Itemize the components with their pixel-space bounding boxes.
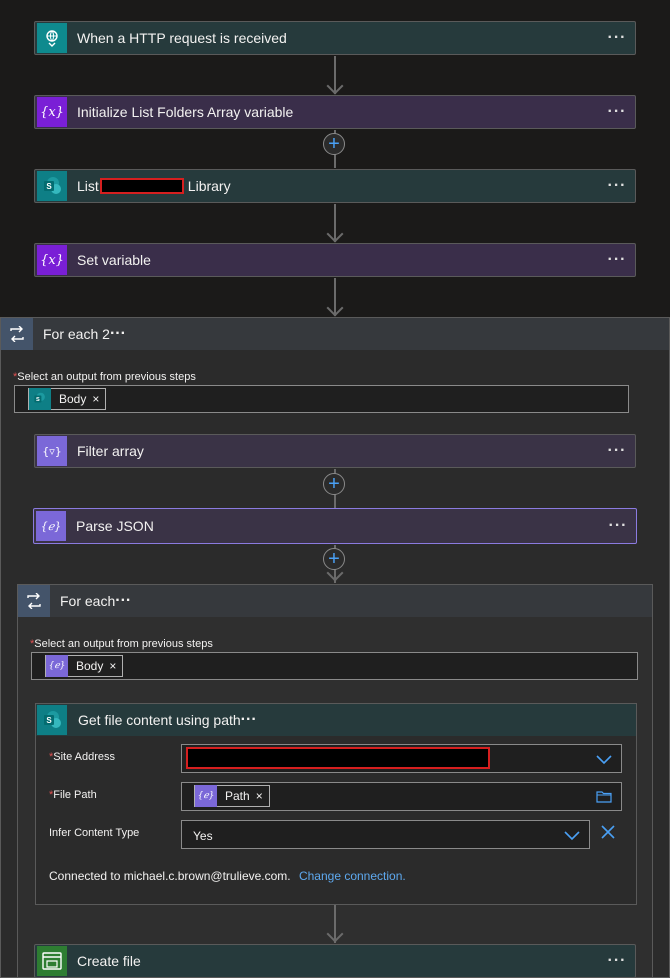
connector-arrow: [326, 225, 344, 243]
chevron-down-icon[interactable]: [596, 755, 612, 765]
step-title: Parse JSON: [76, 518, 154, 534]
loop-icon: [1, 318, 33, 350]
parse-json-icon: {ℯ}: [46, 655, 68, 677]
sharepoint-icon: S: [37, 171, 67, 201]
step-get-file-content: S Get file content using path *Site Addr…: [35, 703, 637, 905]
more-options-icon[interactable]: [115, 592, 131, 610]
svg-text:S: S: [46, 182, 52, 191]
infer-content-type-label: Infer Content Type: [49, 827, 140, 839]
http-request-icon: [37, 23, 67, 53]
filter-array-icon: {▿}: [37, 436, 67, 466]
redaction-box: [186, 747, 490, 769]
variable-icon: {x}: [37, 97, 67, 127]
more-options-icon[interactable]: [607, 30, 627, 46]
sharepoint-icon: S: [29, 388, 51, 410]
file-path-input[interactable]: {ℯ} Path ×: [181, 782, 622, 811]
more-options-icon[interactable]: [607, 443, 627, 459]
step-title: Initialize List Folders Array variable: [77, 104, 294, 120]
step-initialize-variable[interactable]: {x} Initialize List Folders Array variab…: [34, 95, 636, 129]
sharepoint-icon: S: [37, 705, 67, 735]
file-path-label: *File Path: [49, 789, 97, 801]
remove-token-icon[interactable]: ×: [109, 659, 122, 673]
svg-text:S: S: [46, 716, 52, 725]
token-label: Body: [59, 392, 87, 406]
infer-content-type-value: Yes: [193, 829, 213, 843]
step-title: Set variable: [77, 252, 151, 268]
parse-json-icon: {ℯ}: [195, 785, 217, 807]
infer-content-type-dropdown[interactable]: Yes: [181, 820, 590, 849]
step-title: Create file: [77, 953, 141, 969]
variable-icon: {x}: [37, 245, 67, 275]
more-options-icon[interactable]: [110, 325, 126, 343]
file-path-text: File Path: [53, 789, 97, 801]
more-options-icon[interactable]: [607, 104, 627, 120]
step-title-prefix: List: [77, 178, 99, 194]
step-list-library[interactable]: S List Library: [34, 169, 636, 203]
more-options-icon[interactable]: [607, 953, 627, 969]
connection-info: Connected to michael.c.brown@trulieve.co…: [49, 869, 406, 883]
site-address-label: *Site Address: [49, 751, 115, 763]
select-output-text: Select an output from previous steps: [34, 638, 213, 650]
step-title: When a HTTP request is received: [77, 30, 287, 46]
token-label: Body: [76, 659, 104, 673]
site-address-dropdown[interactable]: [181, 744, 622, 773]
loop-icon: [18, 585, 50, 617]
step-filter-array[interactable]: {▿} Filter array: [34, 434, 636, 468]
connected-text: Connected to michael.c.brown@trulieve.co…: [49, 869, 291, 883]
step-title-suffix: Library: [187, 178, 231, 194]
redaction-box: [99, 178, 184, 194]
step-http-request[interactable]: When a HTTP request is received: [34, 21, 636, 55]
more-options-icon[interactable]: [607, 178, 627, 194]
more-options-icon[interactable]: [608, 518, 628, 534]
create-file-icon: [37, 946, 67, 976]
more-options-icon[interactable]: [241, 711, 257, 729]
for-each-header[interactable]: For each: [18, 585, 652, 617]
step-parse-json[interactable]: {ℯ} Parse JSON: [33, 508, 637, 544]
folder-icon[interactable]: [596, 790, 612, 803]
select-output-label: *Select an output from previous steps: [13, 371, 196, 383]
add-step-plus-icon[interactable]: +: [323, 133, 345, 155]
select-output-text: Select an output from previous steps: [17, 371, 196, 383]
body-token[interactable]: {ℯ} Body ×: [45, 655, 124, 677]
more-options-icon[interactable]: [607, 252, 627, 268]
parse-json-icon: {ℯ}: [36, 511, 66, 541]
clear-icon[interactable]: [601, 825, 615, 839]
connector-arrow: [326, 299, 344, 317]
remove-token-icon[interactable]: ×: [256, 789, 269, 803]
for-each-title: For each: [60, 593, 116, 609]
change-connection-link[interactable]: Change connection.: [299, 869, 406, 883]
for-each-2-header[interactable]: For each 2: [1, 318, 669, 350]
select-output-input[interactable]: {ℯ} Body ×: [31, 652, 638, 680]
add-step-plus-icon[interactable]: +: [323, 473, 345, 495]
connector-arrow: [326, 77, 344, 95]
get-file-header[interactable]: S Get file content using path: [36, 704, 636, 736]
token-label: Path: [225, 789, 250, 803]
step-title: Filter array: [77, 443, 144, 459]
select-output-label: *Select an output from previous steps: [30, 638, 213, 650]
remove-token-icon[interactable]: ×: [92, 392, 105, 406]
chevron-down-icon[interactable]: [564, 831, 580, 841]
step-set-variable[interactable]: {x} Set variable: [34, 243, 636, 277]
svg-text:S: S: [36, 397, 40, 403]
select-output-input[interactable]: S Body ×: [14, 385, 629, 413]
step-create-file[interactable]: Create file: [34, 944, 636, 978]
step-title: Get file content using path: [78, 712, 241, 728]
body-token[interactable]: S Body ×: [28, 388, 107, 410]
for-each-2-title: For each 2: [43, 326, 110, 342]
path-token[interactable]: {ℯ} Path ×: [194, 785, 270, 807]
site-address-text: Site Address: [53, 751, 116, 763]
